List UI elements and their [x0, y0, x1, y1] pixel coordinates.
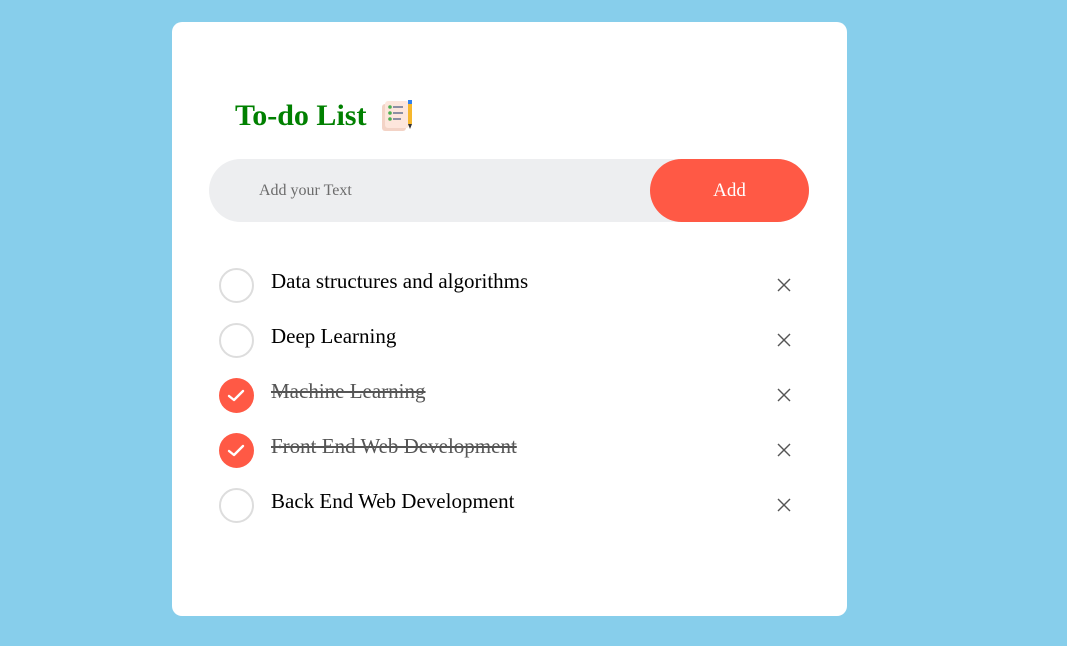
task-item[interactable]: Machine Learning	[219, 368, 809, 423]
close-icon[interactable]	[776, 497, 792, 513]
notepad-pencil-icon	[379, 98, 415, 134]
checkbox-circle-icon[interactable]	[219, 488, 254, 523]
checkbox-circle-icon[interactable]	[219, 433, 254, 468]
task-text[interactable]: Back End Web Development	[271, 487, 514, 515]
add-task-row: Add	[209, 159, 809, 222]
close-icon[interactable]	[776, 277, 792, 293]
task-text[interactable]: Data structures and algorithms	[271, 267, 528, 295]
close-icon[interactable]	[776, 332, 792, 348]
task-item[interactable]: Front End Web Development	[219, 423, 809, 478]
task-item[interactable]: Deep Learning	[219, 313, 809, 368]
task-item[interactable]: Back End Web Development	[219, 478, 809, 533]
title-row: To-do List	[235, 96, 415, 136]
page-title: To-do List	[235, 99, 367, 132]
todo-card: To-do List Add Data	[172, 22, 847, 616]
task-text[interactable]: Front End Web Development	[271, 432, 517, 460]
checkbox-circle-icon[interactable]	[219, 323, 254, 358]
checkbox-circle-icon[interactable]	[219, 378, 254, 413]
task-input[interactable]	[259, 159, 639, 222]
task-list: Data structures and algorithms Deep Lear…	[219, 258, 809, 533]
close-icon[interactable]	[776, 442, 792, 458]
close-icon[interactable]	[776, 387, 792, 403]
task-text[interactable]: Deep Learning	[271, 322, 396, 350]
checkbox-circle-icon[interactable]	[219, 268, 254, 303]
add-button[interactable]: Add	[650, 159, 809, 222]
task-item[interactable]: Data structures and algorithms	[219, 258, 809, 313]
task-text[interactable]: Machine Learning	[271, 377, 426, 405]
